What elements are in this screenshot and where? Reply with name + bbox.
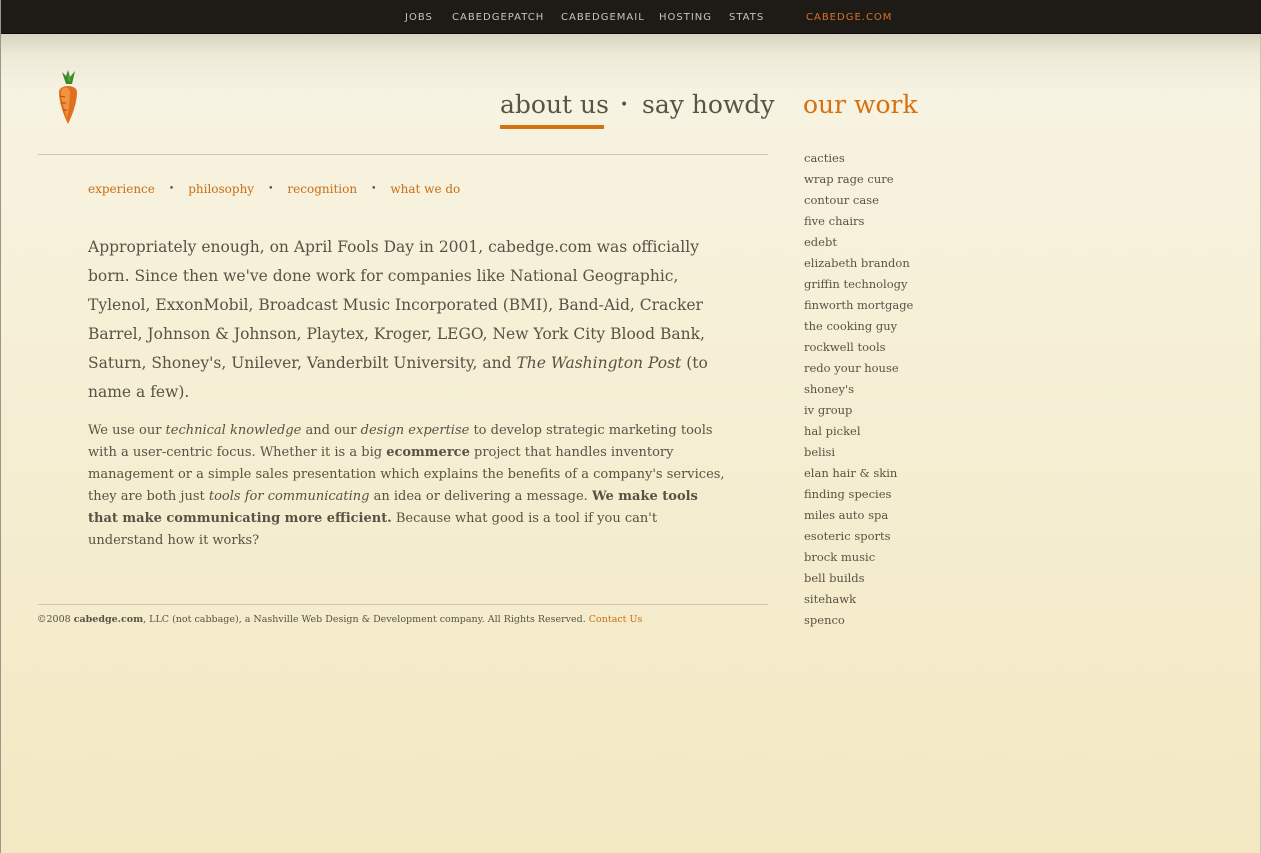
active-tab-indicator (500, 125, 604, 129)
nav-our-work[interactable]: our work (803, 90, 918, 119)
body-paragraph: We use our technical knowledge and our d… (88, 420, 728, 552)
body-emphasis: tools for communicating (208, 489, 370, 504)
work-link[interactable]: iv group (804, 403, 852, 417)
body-text: and our (301, 423, 361, 438)
topnav-cabedgepatch[interactable]: CABEDGEPATCH (452, 12, 544, 23)
work-link[interactable]: wrap rage cure (804, 172, 894, 186)
footer: ©2008 cabedge.com, LLC (not cabbage), a … (37, 614, 642, 625)
list-item: sitehawk (804, 589, 913, 610)
list-item: hal pickel (804, 421, 913, 442)
footer-copyright: ©2008 (37, 614, 74, 625)
intro-paragraph: Appropriately enough, on April Fools Day… (88, 233, 728, 407)
sub-nav: experience • philosophy • recognition • what w… (88, 182, 460, 196)
divider (38, 154, 768, 155)
list-item: contour case (804, 190, 913, 211)
list-item: finworth mortgage (804, 295, 913, 316)
work-list: cacties wrap rage cure contour case five… (804, 148, 913, 631)
list-item: esoteric sports (804, 526, 913, 547)
list-item: elan hair & skin (804, 463, 913, 484)
body-emphasis: technical knowledge (165, 423, 302, 438)
work-link[interactable]: shoney's (804, 382, 854, 396)
subnav-separator: • (371, 184, 377, 194)
list-item: redo your house (804, 358, 913, 379)
footer-text: , LLC (not cabbage), a Nashville Web Des… (143, 614, 589, 625)
subnav-recognition[interactable]: recognition (287, 182, 357, 196)
list-item: bell builds (804, 568, 913, 589)
work-link[interactable]: spenco (804, 613, 845, 627)
nav-separator: • (620, 97, 629, 113)
work-link[interactable]: esoteric sports (804, 529, 891, 543)
work-link[interactable]: belisi (804, 445, 835, 459)
list-item: belisi (804, 442, 913, 463)
topnav-jobs[interactable]: JOBS (405, 12, 433, 23)
work-link[interactable]: the cooking guy (804, 319, 897, 333)
list-item: iv group (804, 400, 913, 421)
footer-company: cabedge.com (73, 614, 144, 625)
list-item: wrap rage cure (804, 169, 913, 190)
topnav-cabedgemail[interactable]: CABEDGEMAIL (561, 12, 645, 23)
body-emphasis: design expertise (360, 423, 470, 438)
work-link[interactable]: finding species (804, 487, 891, 501)
subnav-experience[interactable]: experience (88, 182, 155, 196)
work-link[interactable]: cacties (804, 151, 845, 165)
list-item: elizabeth brandon (804, 253, 913, 274)
list-item: finding species (804, 484, 913, 505)
work-link[interactable]: hal pickel (804, 424, 861, 438)
body-text: an idea or delivering a message. (369, 489, 592, 504)
work-link[interactable]: five chairs (804, 214, 864, 228)
subnav-separator: • (268, 184, 274, 194)
list-item: the cooking guy (804, 316, 913, 337)
work-link[interactable]: elan hair & skin (804, 466, 897, 480)
subnav-philosophy[interactable]: philosophy (188, 182, 254, 196)
list-item: five chairs (804, 211, 913, 232)
list-item: cacties (804, 148, 913, 169)
work-link[interactable]: edebt (804, 235, 837, 249)
work-link[interactable]: griffin technology (804, 277, 908, 291)
work-link[interactable]: brock music (804, 550, 875, 564)
footer-divider (38, 604, 768, 605)
top-bar: JOBS CABEDGEPATCH CABEDGEMAIL HOSTING ST… (1, 0, 1261, 34)
list-item: miles auto spa (804, 505, 913, 526)
intro-text: Appropriately enough, on April Fools Day… (88, 238, 705, 372)
list-item: rockwell tools (804, 337, 913, 358)
work-link[interactable]: miles auto spa (804, 508, 888, 522)
list-item: spenco (804, 610, 913, 631)
work-link[interactable]: bell builds (804, 571, 865, 585)
subnav-separator: • (168, 184, 175, 194)
body-text: We use our (88, 423, 166, 438)
work-link[interactable]: redo your house (804, 361, 899, 375)
list-item: shoney's (804, 379, 913, 400)
work-link[interactable]: sitehawk (804, 592, 856, 606)
subnav-what-we-do[interactable]: what we do (390, 182, 460, 196)
nav-about-us[interactable]: about us (500, 90, 609, 119)
topnav-brand[interactable]: CABEDGE.COM (806, 12, 892, 23)
carrot-icon (59, 70, 77, 124)
intro-emphasis: The Washington Post (516, 354, 682, 372)
work-link[interactable]: elizabeth brandon (804, 256, 910, 270)
footer-contact-link[interactable]: Contact Us (589, 614, 643, 625)
body-strong: ecommerce (386, 445, 470, 460)
list-item: edebt (804, 232, 913, 253)
nav-say-howdy[interactable]: say howdy (642, 90, 774, 119)
topnav-stats[interactable]: STATS (729, 12, 764, 23)
topnav-hosting[interactable]: HOSTING (659, 12, 712, 23)
list-item: griffin technology (804, 274, 913, 295)
work-link[interactable]: finworth mortgage (804, 298, 913, 312)
list-item: brock music (804, 547, 913, 568)
work-link[interactable]: rockwell tools (804, 340, 886, 354)
work-link[interactable]: contour case (804, 193, 879, 207)
